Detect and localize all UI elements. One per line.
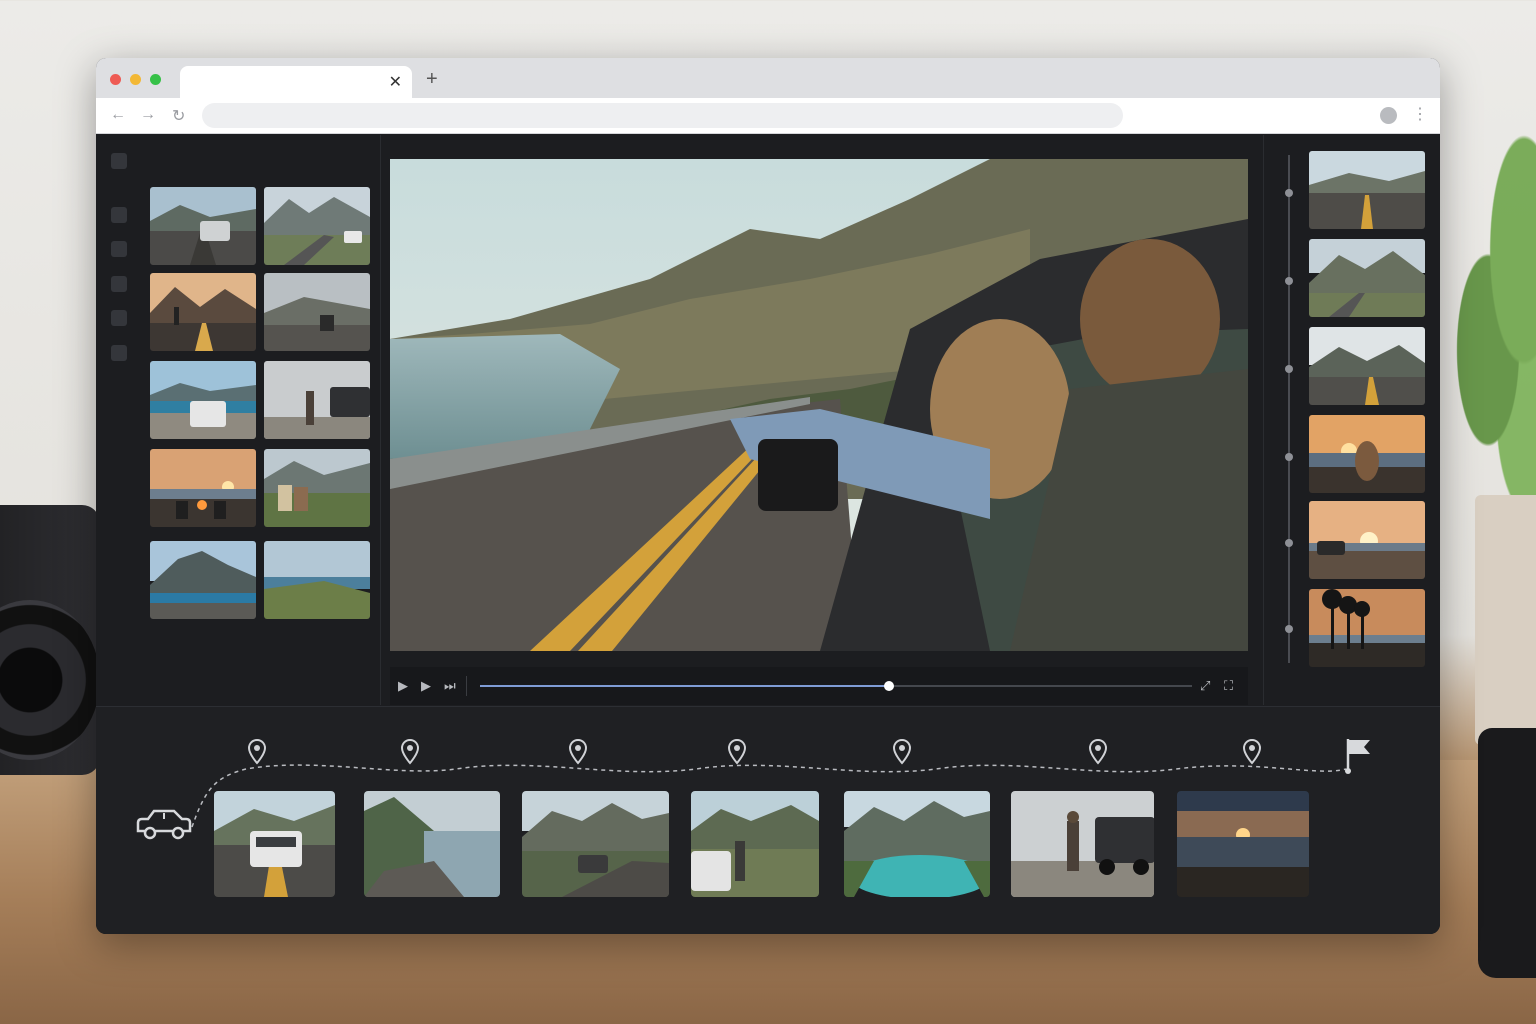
rail-node	[1285, 453, 1293, 461]
library-thumbnail[interactable]	[150, 273, 256, 351]
fullscreen-icon[interactable]: ⛶	[1224, 678, 1233, 694]
map-pin-icon[interactable]	[400, 739, 420, 765]
shot-thumbnail[interactable]	[1309, 151, 1425, 229]
browser-toolbar: ← → ↻ ⋮	[96, 98, 1440, 134]
library-thumbnail[interactable]	[150, 541, 256, 619]
reload-icon[interactable]: ↻	[172, 106, 185, 126]
progress-knob[interactable]	[884, 681, 895, 691]
route-stop-thumbnail[interactable]	[1177, 791, 1309, 897]
panel-divider	[380, 135, 381, 705]
route-stop-thumbnail[interactable]	[522, 791, 669, 897]
rail-icon-4[interactable]	[111, 276, 127, 292]
playback-controls: ▶ ▶ ⏭ ⤢ ⛶	[390, 667, 1248, 705]
shot-thumbnail[interactable]	[1309, 415, 1425, 493]
library-thumbnail[interactable]	[264, 361, 370, 439]
rail-icon-1[interactable]	[111, 153, 127, 169]
rail-icon-3[interactable]	[111, 241, 127, 257]
car-icon[interactable]	[134, 807, 192, 841]
route-stop-thumbnail[interactable]	[691, 791, 819, 897]
rail-icon-2[interactable]	[111, 207, 127, 223]
video-editor-app: ▶ ▶ ⏭ ⤢ ⛶	[96, 135, 1440, 934]
route-timeline	[96, 706, 1440, 934]
address-bar[interactable]	[202, 103, 1123, 128]
route-stop-thumbnail[interactable]	[364, 791, 500, 897]
step-forward-icon[interactable]: ▶	[421, 678, 431, 694]
rail-node	[1285, 277, 1293, 285]
map-pin-icon[interactable]	[892, 739, 912, 765]
controls-divider	[466, 676, 467, 696]
rail-node	[1285, 189, 1293, 197]
progress-fill	[480, 685, 890, 687]
route-stop-thumbnail[interactable]	[844, 791, 990, 897]
expand-icon[interactable]: ⤢	[1200, 678, 1210, 694]
library-thumbnail[interactable]	[150, 361, 256, 439]
rail-icon-6[interactable]	[111, 345, 127, 361]
back-icon[interactable]: ←	[110, 106, 126, 124]
shot-thumbnail[interactable]	[1309, 327, 1425, 405]
close-window-button[interactable]	[110, 74, 121, 85]
close-icon[interactable]: ✕	[389, 72, 402, 92]
route-stop-thumbnail[interactable]	[1011, 791, 1154, 897]
library-thumbnail[interactable]	[150, 449, 256, 527]
shot-thumbnail[interactable]	[1309, 589, 1425, 667]
video-frame	[390, 159, 1248, 651]
map-pin-icon[interactable]	[1242, 739, 1262, 765]
rail-node	[1285, 539, 1293, 547]
flag-icon[interactable]	[1342, 735, 1374, 775]
forward-icon[interactable]: →	[140, 106, 156, 124]
library-thumbnail[interactable]	[150, 187, 256, 265]
shot-thumbnail[interactable]	[1309, 239, 1425, 317]
map-pin-icon[interactable]	[1088, 739, 1108, 765]
library-thumbnail[interactable]	[264, 541, 370, 619]
plant-pot-decoration	[1475, 495, 1536, 745]
browser-window: ✕ + ← → ↻ ⋮ ▶ ▶ ⏭ ⤢ ⛶	[96, 58, 1440, 934]
browser-tab[interactable]: ✕	[180, 66, 412, 98]
rail-node	[1285, 365, 1293, 373]
tab-bar: ✕ +	[96, 58, 1440, 98]
mug-decoration	[1478, 728, 1536, 978]
maximize-window-button[interactable]	[150, 74, 161, 85]
progress-bar[interactable]	[480, 681, 1192, 691]
profile-avatar[interactable]	[1380, 107, 1397, 124]
rail-icon-5[interactable]	[111, 310, 127, 326]
play-icon[interactable]: ▶	[398, 678, 408, 694]
map-pin-icon[interactable]	[727, 739, 747, 765]
shotlist-rail	[1288, 155, 1290, 663]
panel-divider	[1263, 135, 1264, 705]
plus-icon[interactable]: +	[426, 68, 438, 91]
minimize-window-button[interactable]	[130, 74, 141, 85]
menu-icon[interactable]: ⋮	[1412, 104, 1428, 124]
shot-thumbnail[interactable]	[1309, 501, 1425, 579]
library-thumbnail[interactable]	[264, 187, 370, 265]
route-stop-thumbnail[interactable]	[214, 791, 335, 897]
map-pin-icon[interactable]	[568, 739, 588, 765]
library-thumbnail[interactable]	[264, 273, 370, 351]
library-thumbnail[interactable]	[264, 449, 370, 527]
video-preview[interactable]	[390, 159, 1248, 651]
map-pin-icon[interactable]	[247, 739, 267, 765]
rail-node	[1285, 625, 1293, 633]
plant-decoration	[1440, 130, 1536, 530]
skip-next-icon[interactable]: ⏭	[444, 678, 456, 694]
